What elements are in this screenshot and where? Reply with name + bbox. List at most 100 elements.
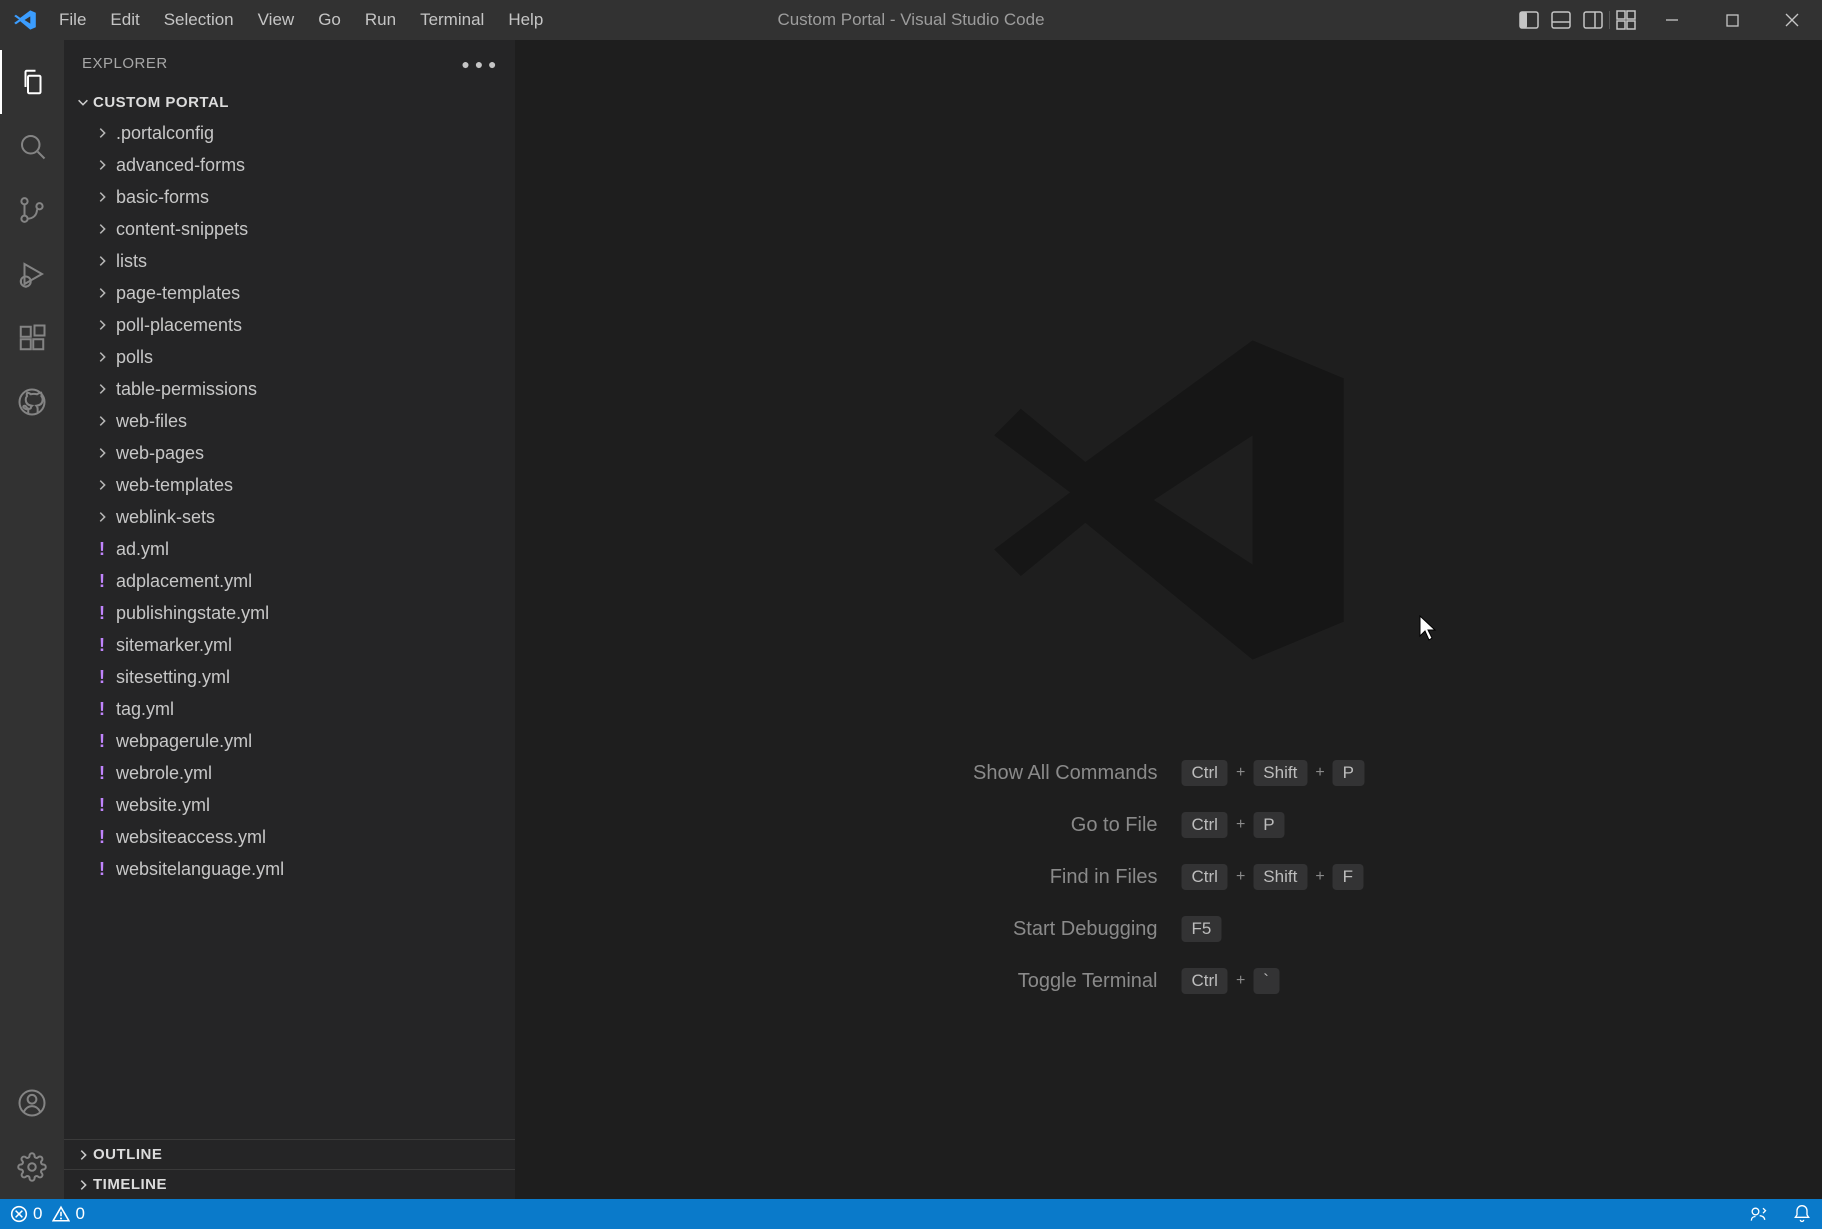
file-item[interactable]: !sitemarker.yml <box>64 629 515 661</box>
folder-item[interactable]: .portalconfig <box>64 117 515 149</box>
chevron-right-icon <box>90 254 114 268</box>
file-item[interactable]: !adplacement.yml <box>64 565 515 597</box>
folder-item[interactable]: basic-forms <box>64 181 515 213</box>
folder-item[interactable]: web-templates <box>64 469 515 501</box>
menu-selection[interactable]: Selection <box>152 0 246 40</box>
file-item[interactable]: !publishingstate.yml <box>64 597 515 629</box>
chevron-right-icon <box>90 414 114 428</box>
keyboard-key: Ctrl <box>1182 968 1228 994</box>
keyboard-key: P <box>1253 812 1284 838</box>
keyboard-key: Shift <box>1253 760 1307 786</box>
file-name: webpagerule.yml <box>114 731 252 752</box>
folder-item[interactable]: page-templates <box>64 277 515 309</box>
window-close-button[interactable] <box>1762 0 1822 40</box>
status-warnings[interactable]: 0 <box>52 1204 84 1224</box>
status-errors[interactable]: 0 <box>10 1204 42 1224</box>
folder-item[interactable]: content-snippets <box>64 213 515 245</box>
activity-run-debug-icon[interactable] <box>0 242 64 306</box>
chevron-right-icon <box>90 126 114 140</box>
activity-accounts-icon[interactable] <box>0 1071 64 1135</box>
warning-icon <box>52 1205 70 1223</box>
folder-name: weblink-sets <box>114 507 215 528</box>
file-name: adplacement.yml <box>114 571 252 592</box>
yaml-file-icon: ! <box>90 603 114 624</box>
folder-item[interactable]: web-files <box>64 405 515 437</box>
file-name: tag.yml <box>114 699 174 720</box>
shortcut-keys: Ctrl+` <box>1182 968 1365 994</box>
shortcut-label: Start Debugging <box>973 918 1158 941</box>
file-item[interactable]: !ad.yml <box>64 533 515 565</box>
file-item[interactable]: !webrole.yml <box>64 757 515 789</box>
activity-github-icon[interactable] <box>0 370 64 434</box>
folder-name: polls <box>114 347 153 368</box>
keyboard-key: F5 <box>1182 916 1222 942</box>
file-name: websitelanguage.yml <box>114 859 284 880</box>
folder-item[interactable]: weblink-sets <box>64 501 515 533</box>
menu-run[interactable]: Run <box>353 0 408 40</box>
window-maximize-button[interactable] <box>1702 0 1762 40</box>
yaml-file-icon: ! <box>90 571 114 592</box>
folder-item[interactable]: polls <box>64 341 515 373</box>
file-name: sitesetting.yml <box>114 667 230 688</box>
chevron-right-icon <box>90 318 114 332</box>
activity-search-icon[interactable] <box>0 114 64 178</box>
chevron-right-icon <box>73 1148 93 1162</box>
layout-sidebar-right-icon[interactable] <box>1577 0 1609 40</box>
file-item[interactable]: !websiteaccess.yml <box>64 821 515 853</box>
file-name: publishingstate.yml <box>114 603 269 624</box>
customize-layout-icon[interactable] <box>1610 0 1642 40</box>
chevron-right-icon <box>90 158 114 172</box>
status-feedback-icon[interactable] <box>1748 1204 1768 1224</box>
layout-panel-icon[interactable] <box>1545 0 1577 40</box>
activity-extensions-icon[interactable] <box>0 306 64 370</box>
explorer-header: EXPLORER ● ● ● <box>64 40 515 87</box>
activity-explorer-icon[interactable] <box>0 50 64 114</box>
file-tree[interactable]: .portalconfigadvanced-formsbasic-formsco… <box>64 117 515 1139</box>
menu-file[interactable]: File <box>47 0 98 40</box>
chevron-right-icon <box>90 190 114 204</box>
activity-settings-icon[interactable] <box>0 1135 64 1199</box>
file-item[interactable]: !websitelanguage.yml <box>64 853 515 885</box>
keyboard-key: F <box>1333 864 1363 890</box>
file-item[interactable]: !website.yml <box>64 789 515 821</box>
folder-item[interactable]: lists <box>64 245 515 277</box>
explorer-more-icon[interactable]: ● ● ● <box>461 56 497 72</box>
title-bar-right <box>1513 0 1822 40</box>
folder-item[interactable]: advanced-forms <box>64 149 515 181</box>
status-warnings-count: 0 <box>75 1204 84 1224</box>
yaml-file-icon: ! <box>90 699 114 720</box>
vscode-logo-icon <box>13 8 37 32</box>
timeline-header[interactable]: TIMELINE <box>64 1169 515 1199</box>
file-item[interactable]: !webpagerule.yml <box>64 725 515 757</box>
folder-name: table-permissions <box>114 379 257 400</box>
keyboard-key: Ctrl <box>1182 760 1228 786</box>
menu-view[interactable]: View <box>246 0 307 40</box>
shortcut-keys: Ctrl+Shift+P <box>1182 760 1365 786</box>
outline-header[interactable]: OUTLINE <box>64 1139 515 1169</box>
keyboard-key: P <box>1333 760 1364 786</box>
yaml-file-icon: ! <box>90 795 114 816</box>
layout-sidebar-left-icon[interactable] <box>1513 0 1545 40</box>
window-minimize-button[interactable] <box>1642 0 1702 40</box>
menu-go[interactable]: Go <box>306 0 353 40</box>
file-name: websiteaccess.yml <box>114 827 266 848</box>
file-item[interactable]: !tag.yml <box>64 693 515 725</box>
chevron-right-icon <box>90 350 114 364</box>
chevron-right-icon <box>73 1178 93 1192</box>
menu-terminal[interactable]: Terminal <box>408 0 496 40</box>
folder-item[interactable]: table-permissions <box>64 373 515 405</box>
plus-separator: + <box>1315 764 1324 782</box>
menu-edit[interactable]: Edit <box>98 0 151 40</box>
title-bar: File Edit Selection View Go Run Terminal… <box>0 0 1822 40</box>
folder-name: web-templates <box>114 475 233 496</box>
keyboard-key: Shift <box>1253 864 1307 890</box>
editor-area: Show All CommandsCtrl+Shift+PGo to FileC… <box>515 40 1822 1199</box>
menu-help[interactable]: Help <box>496 0 555 40</box>
status-notifications-icon[interactable] <box>1792 1204 1812 1224</box>
file-item[interactable]: !sitesetting.yml <box>64 661 515 693</box>
folder-item[interactable]: web-pages <box>64 437 515 469</box>
folder-root-header[interactable]: CUSTOM PORTAL <box>64 87 515 117</box>
activity-bar <box>0 40 64 1199</box>
activity-source-control-icon[interactable] <box>0 178 64 242</box>
folder-item[interactable]: poll-placements <box>64 309 515 341</box>
